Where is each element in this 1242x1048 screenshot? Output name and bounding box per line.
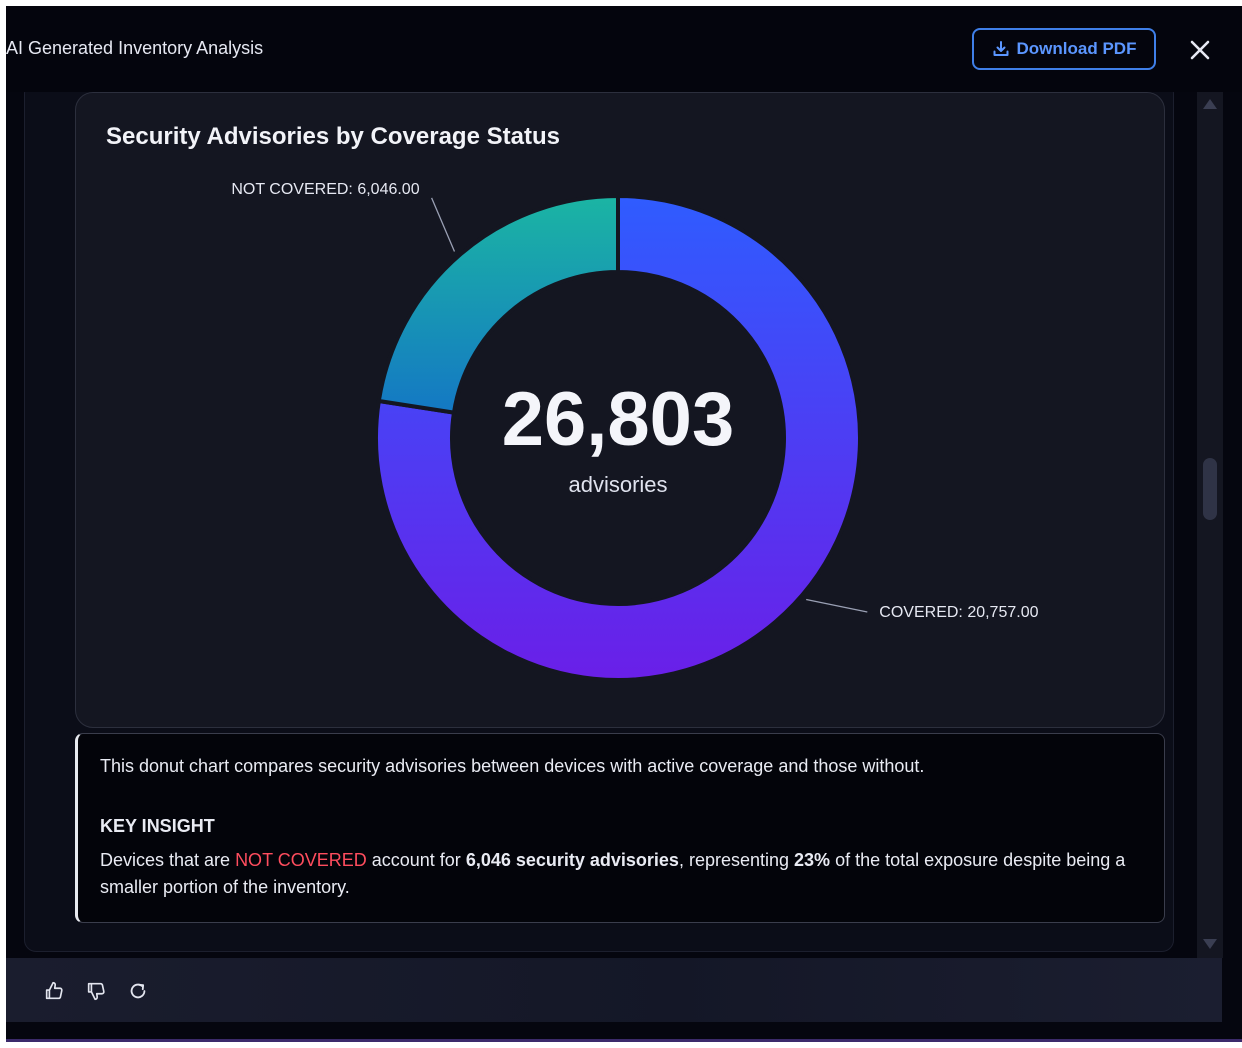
report-card: Security Advisories by Coverage Status C… — [24, 92, 1174, 952]
scrollbar[interactable] — [1197, 92, 1223, 958]
thumbs-up-icon[interactable] — [43, 980, 65, 1002]
thumbs-down-icon[interactable] — [85, 980, 107, 1002]
leader-line — [431, 197, 456, 252]
center-total-label: advisories — [568, 472, 667, 497]
window-title: AI Generated Inventory Analysis — [6, 38, 264, 58]
insight-text-part: account for — [366, 850, 466, 870]
key-insight-text: Devices that are NOT COVERED account for… — [100, 847, 1150, 901]
scroll-down-arrow-icon[interactable] — [1202, 938, 1218, 950]
center-total-value: 26,803 — [502, 377, 734, 462]
refresh-icon[interactable] — [127, 980, 149, 1002]
percent-bold: 23% — [794, 850, 831, 870]
slice-label-not-covered: NOT COVERED: 6,046.00 — [231, 181, 419, 198]
slice-label-covered: COVERED: 20,757.00 — [879, 604, 1038, 621]
close-icon[interactable] — [1186, 36, 1214, 64]
report-window: AI Generated Inventory Analysis Download… — [6, 6, 1242, 1042]
insight-card: This donut chart compares security advis… — [75, 733, 1165, 923]
feedback-bar — [6, 958, 1222, 1022]
download-icon — [993, 41, 1009, 56]
key-insight-heading: KEY INSIGHT — [100, 816, 215, 836]
header-bar: AI Generated Inventory Analysis Download… — [6, 6, 1242, 92]
insight-text-part: , representing — [678, 850, 795, 870]
insight-description: This donut chart compares security advis… — [100, 756, 925, 776]
advisory-count-bold: 6,046 security advisories — [465, 850, 679, 870]
report-content[interactable]: Security Advisories by Coverage Status C… — [6, 92, 1242, 958]
donut-chart: COVERED: 20,757.00NOT COVERED: 6,046.00 … — [231, 181, 1039, 682]
insight-text-part: Devices that are — [100, 850, 236, 870]
scrollbar-thumb[interactable] — [1203, 458, 1217, 520]
not-covered-highlight: NOT COVERED — [235, 850, 367, 870]
download-pdf-label: Download PDF — [1016, 39, 1137, 58]
bottom-accent-line — [6, 1039, 1242, 1042]
chart-card: Security Advisories by Coverage Status C… — [75, 92, 1165, 728]
download-pdf-button[interactable]: Download PDF — [972, 28, 1156, 70]
leader-line — [806, 598, 868, 613]
scroll-up-arrow-icon[interactable] — [1202, 98, 1218, 110]
